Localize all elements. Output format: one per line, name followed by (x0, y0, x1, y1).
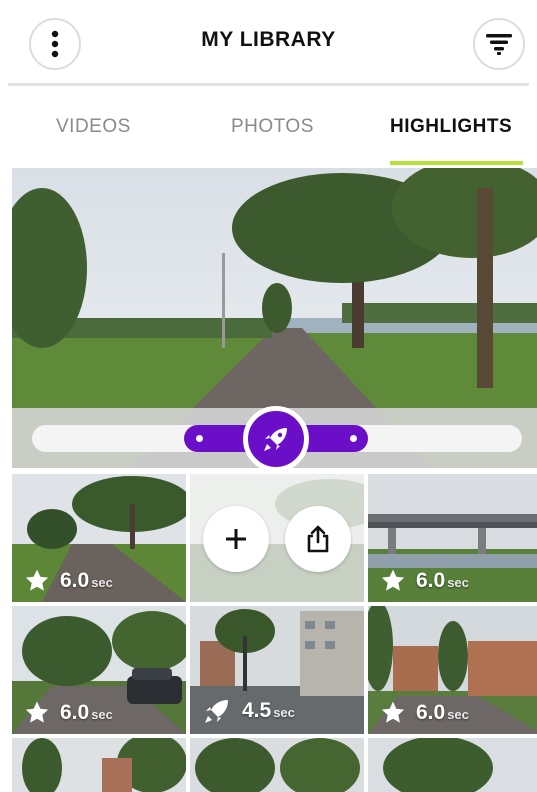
trim-start-handle[interactable] (196, 435, 203, 442)
star-icon (25, 701, 49, 723)
tile-thumbnail (12, 738, 186, 792)
highlight-tile[interactable]: 6.0 sec (368, 606, 537, 734)
highlight-tile[interactable]: 6.0 sec (12, 606, 186, 734)
speed-knob[interactable] (243, 406, 309, 472)
tab-photos[interactable]: PHOTOS (231, 116, 314, 138)
rocket-icon (205, 700, 228, 723)
rocket-icon (264, 428, 287, 451)
tab-videos[interactable]: VIDEOS (56, 116, 131, 138)
tile-thumbnail (368, 738, 537, 792)
duration-label: 6.0 sec (380, 568, 469, 594)
tile-thumbnail (190, 738, 364, 792)
highlight-tile[interactable] (190, 738, 364, 792)
page-title: MY LIBRARY (201, 28, 336, 51)
star-icon (381, 701, 405, 723)
duration-label: 6.0 sec (24, 700, 113, 726)
active-tab-indicator (390, 161, 523, 165)
tab-highlights[interactable]: HIGHLIGHTS (390, 116, 512, 138)
app-header: MY LIBRARY (0, 0, 537, 85)
highlight-tile[interactable]: 6.0 sec (12, 474, 186, 602)
add-icon (226, 529, 246, 549)
highlight-tile[interactable]: 6.0 sec (368, 474, 537, 602)
filter-button[interactable] (473, 18, 525, 70)
highlight-tile[interactable] (12, 738, 186, 792)
trim-end-handle[interactable] (350, 435, 357, 442)
filter-icon (486, 34, 512, 55)
duration-label: 6.0 sec (24, 568, 113, 594)
duration-label: 6.0 sec (380, 700, 469, 726)
star-icon (25, 569, 49, 591)
tab-bar: VIDEOS PHOTOS HIGHLIGHTS (0, 86, 537, 166)
highlight-tile[interactable] (368, 738, 537, 792)
add-button[interactable] (203, 506, 269, 572)
duration-label: 4.5 sec (202, 696, 295, 726)
share-icon (307, 525, 329, 553)
highlight-tile[interactable]: 4.5 sec (190, 606, 364, 734)
star-icon (381, 569, 405, 591)
share-button[interactable] (285, 506, 351, 572)
highlight-tile-selected[interactable] (190, 474, 364, 602)
